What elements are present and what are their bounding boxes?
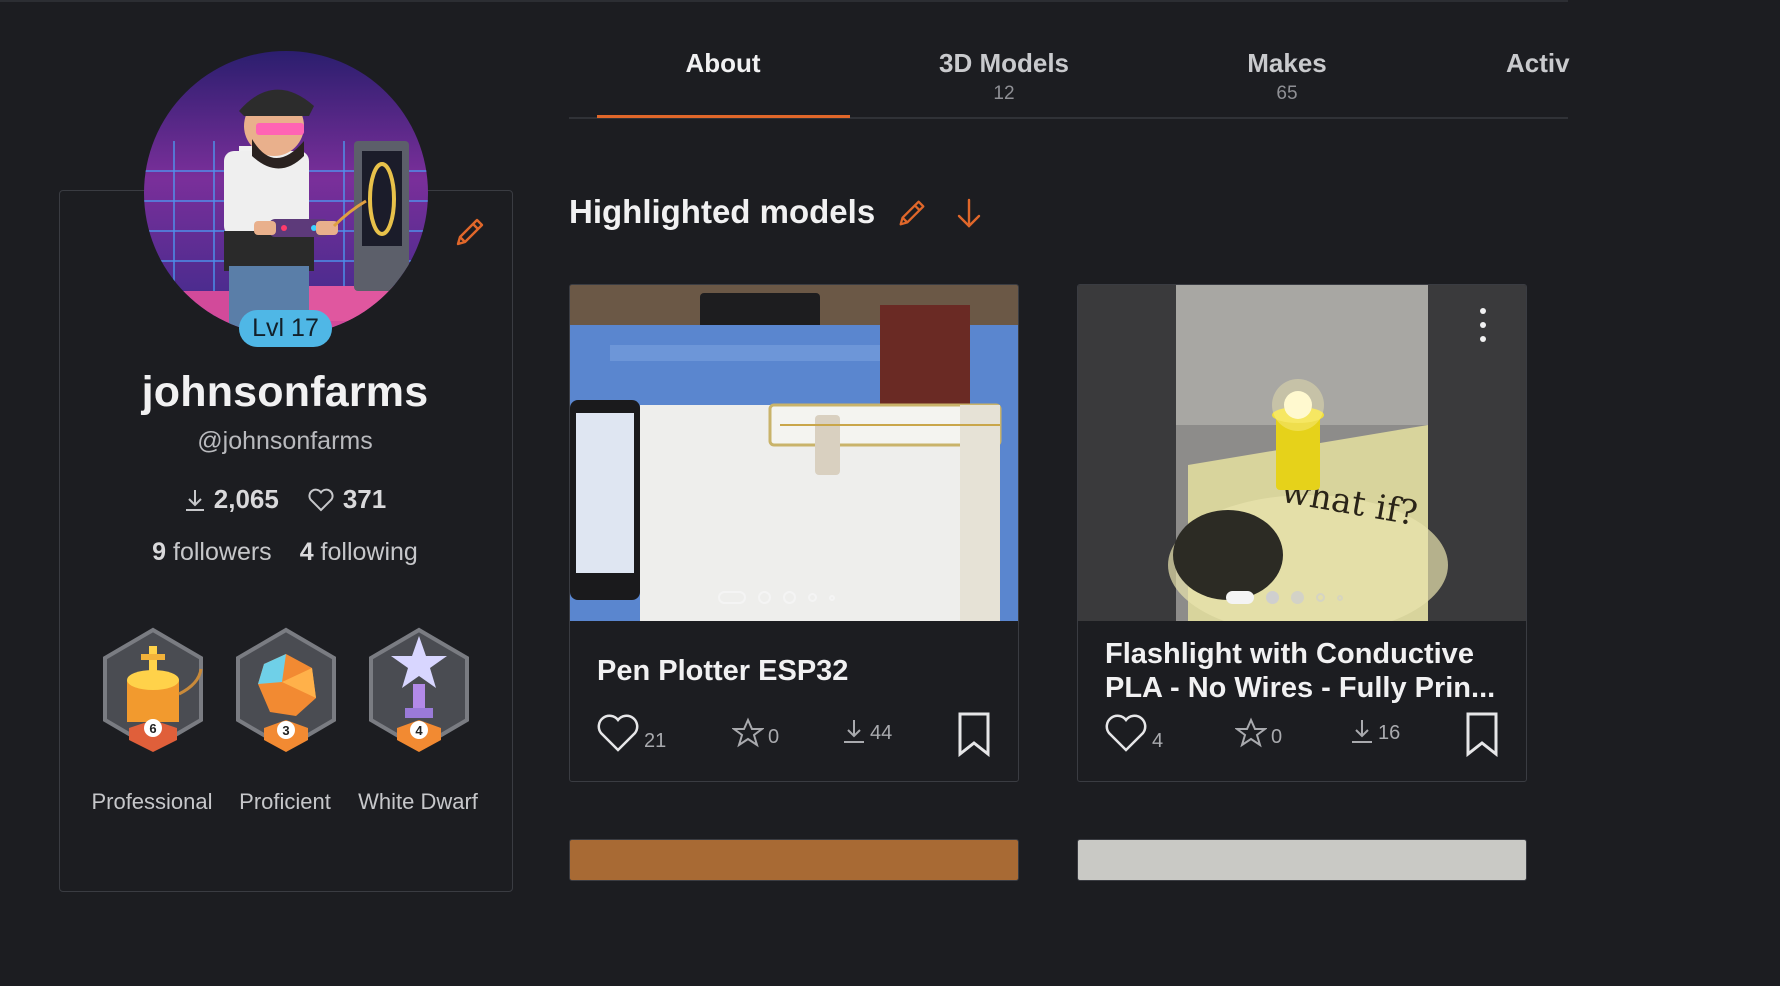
badge-white-dwarf[interactable]: 4 xyxy=(363,624,475,764)
download-icon xyxy=(844,720,864,743)
model-thumbnail[interactable]: what if? xyxy=(1078,285,1526,621)
rating-count: 0 xyxy=(768,726,780,748)
badge-label-proficient: Proficient xyxy=(239,789,331,814)
pen-plotter-photo xyxy=(570,285,1018,621)
star-trophy-badge-icon: 4 xyxy=(369,627,469,752)
polyhedron-badge-icon: 3 xyxy=(236,627,336,752)
profile-stats: 2,065 371 xyxy=(59,484,511,515)
tab-makes-label: Makes xyxy=(1247,48,1327,78)
star-icon xyxy=(1235,717,1267,748)
bookmark-button[interactable] xyxy=(956,711,992,757)
rate-button[interactable]: 0 xyxy=(1235,717,1282,749)
spool-badge-icon: 6 xyxy=(103,627,203,752)
tab-makes-count: 65 xyxy=(1276,83,1298,104)
like-count: 4 xyxy=(1152,730,1164,752)
like-button[interactable]: 4 xyxy=(1104,713,1163,753)
download-icon xyxy=(185,489,204,511)
carousel-dots[interactable] xyxy=(1226,591,1343,604)
model-card-partial[interactable] xyxy=(1077,839,1527,881)
tab-3d-models-label: 3D Models xyxy=(938,48,1070,78)
rating-count: 0 xyxy=(1271,726,1283,748)
badge-rank-4: 4 xyxy=(415,723,423,738)
follow-stats: 9 followers 4 following xyxy=(59,538,511,567)
heart-icon xyxy=(308,488,334,511)
heart-icon xyxy=(1105,714,1147,752)
model-card-partial[interactable] xyxy=(569,839,1019,881)
carousel-dots[interactable] xyxy=(718,591,835,604)
download-count: 16 xyxy=(1378,722,1401,744)
display-name: johnsonfarms xyxy=(141,368,429,416)
rate-button[interactable]: 0 xyxy=(732,717,779,749)
download-icon xyxy=(1352,720,1372,743)
like-count: 21 xyxy=(644,730,667,752)
likes-stat: 371 xyxy=(307,484,386,515)
badge-professional[interactable]: 6 xyxy=(97,624,209,764)
tab-3d-models[interactable]: 3D Models 12 xyxy=(924,48,1084,105)
section-title: Highlighted models xyxy=(569,193,876,230)
more-options-icon[interactable] xyxy=(1476,305,1490,345)
avatar-image xyxy=(144,51,428,335)
followers-count: 9 xyxy=(152,538,167,566)
tab-activity[interactable]: Activ xyxy=(1506,48,1576,79)
download-button[interactable]: 16 xyxy=(1350,717,1400,745)
model-thumbnail[interactable] xyxy=(570,285,1018,621)
tab-about-label: About xyxy=(685,48,761,78)
sort-arrow-down-icon[interactable] xyxy=(952,196,986,230)
tab-activity-label: Activ xyxy=(1506,48,1570,78)
download-button[interactable]: 44 xyxy=(842,717,892,745)
tab-about[interactable]: About xyxy=(650,48,796,79)
badge-proficient[interactable]: 3 xyxy=(230,624,342,764)
following-label: following xyxy=(320,538,418,566)
downloads-stat: 2,065 xyxy=(184,484,279,515)
followers-label: followers xyxy=(173,538,272,566)
download-count: 44 xyxy=(870,722,893,744)
likes-count: 371 xyxy=(342,484,387,514)
like-button[interactable]: 21 xyxy=(596,713,666,753)
tab-makes[interactable]: Makes 65 xyxy=(1227,48,1347,105)
following-count: 4 xyxy=(299,538,314,566)
edit-highlighted-pencil-icon[interactable] xyxy=(895,196,929,230)
downloads-count: 2,065 xyxy=(213,484,279,514)
top-border xyxy=(0,0,1568,2)
badge-rank-3: 3 xyxy=(282,723,289,738)
model-title[interactable]: Pen Plotter ESP32 xyxy=(597,654,998,688)
badge-label-professional: Professional xyxy=(91,789,213,814)
badge-rank-6: 6 xyxy=(149,721,156,736)
heart-icon xyxy=(597,714,639,752)
edit-profile-pencil-icon[interactable] xyxy=(452,214,488,250)
following-link[interactable]: 4 following xyxy=(300,538,418,567)
badge-label-white-dwarf: White Dwarf xyxy=(358,789,478,814)
flashlight-photo: what if? xyxy=(1078,285,1526,621)
star-icon xyxy=(732,717,764,748)
bookmark-button[interactable] xyxy=(1464,711,1500,757)
avatar[interactable] xyxy=(144,51,428,335)
active-tab-underline xyxy=(597,115,850,118)
model-card[interactable]: what if? Flashlight with Conductive PLA … xyxy=(1077,284,1527,782)
bookmark-icon xyxy=(1466,712,1498,757)
followers-link[interactable]: 9 followers xyxy=(152,538,272,567)
tab-3d-models-count: 12 xyxy=(993,83,1015,104)
model-card[interactable]: Pen Plotter ESP32 21 0 44 xyxy=(569,284,1019,782)
user-handle: @johnsonfarms xyxy=(197,427,373,455)
bookmark-icon xyxy=(958,712,990,757)
model-title[interactable]: Flashlight with Conductive PLA - No Wire… xyxy=(1105,637,1506,705)
model-actions: 4 0 16 xyxy=(1104,709,1504,759)
model-actions: 21 0 44 xyxy=(596,709,996,759)
level-badge: Lvl 17 xyxy=(239,310,332,347)
